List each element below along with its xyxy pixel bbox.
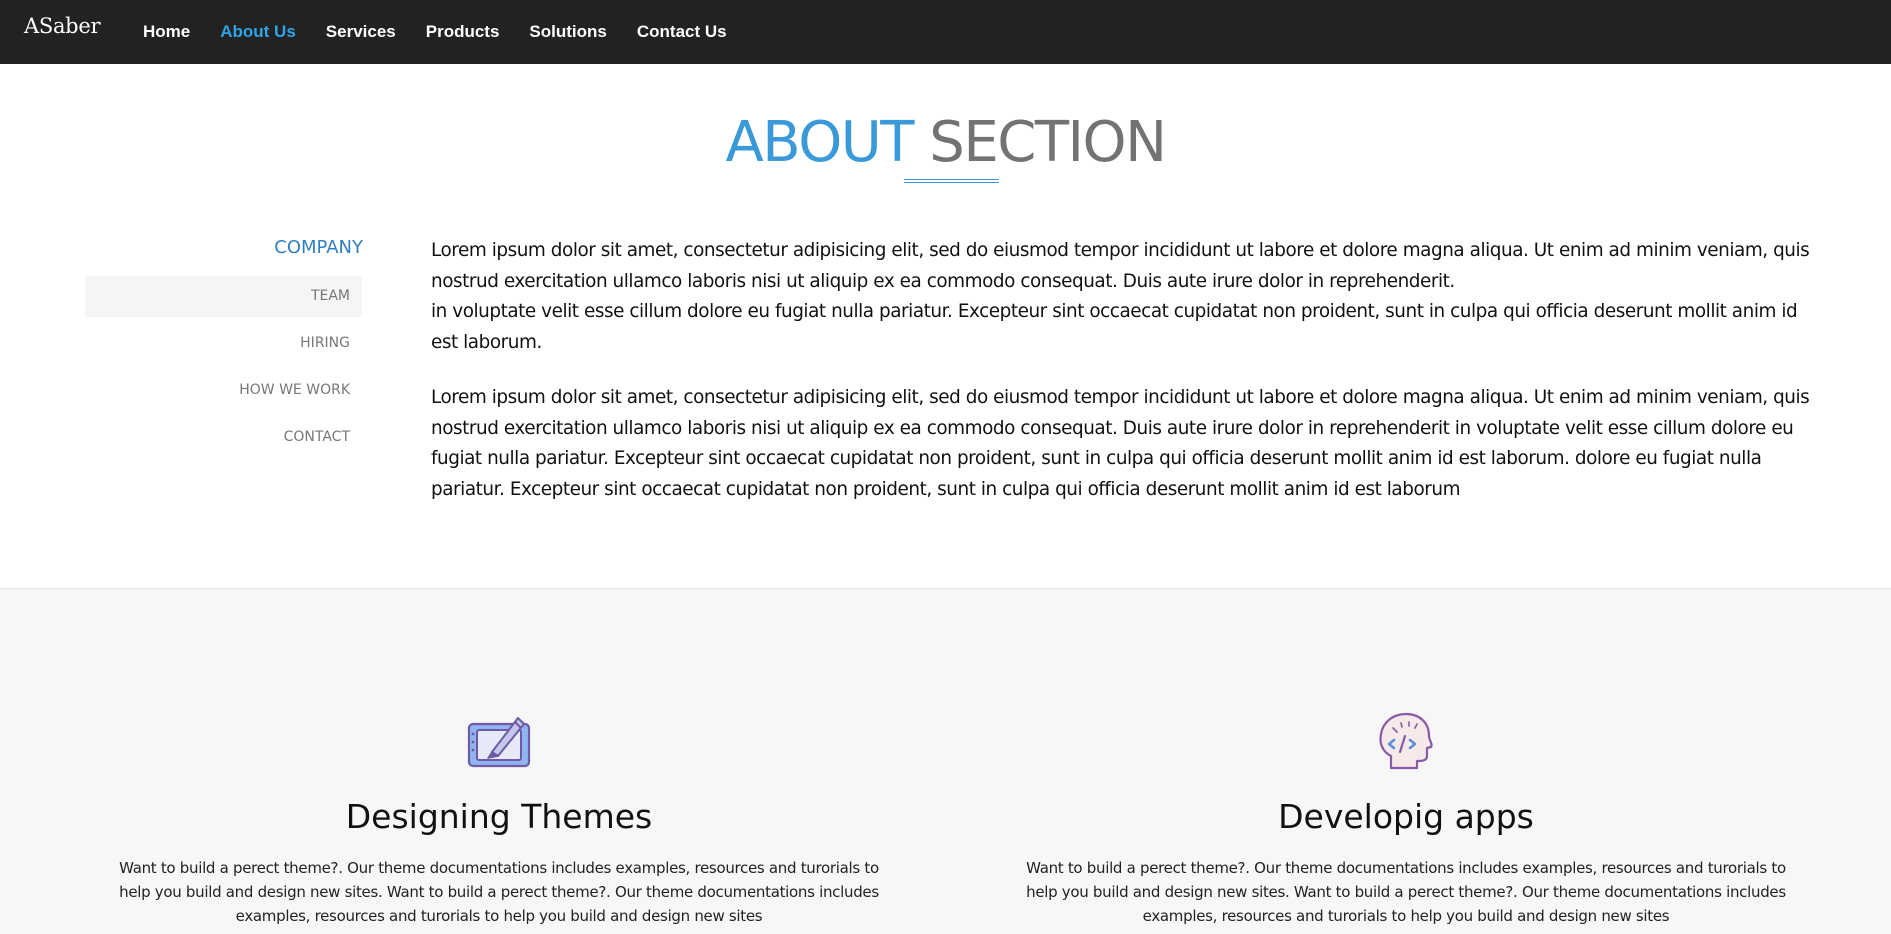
about-paragraph-2: Lorem ipsum dolor sit amet, consectetur … [431,387,1810,500]
feature-title: Developig apps [1278,797,1534,836]
about-paragraph-1-line-2: in voluptate velit esse cillum dolore eu… [431,301,1798,353]
nav-link-solutions[interactable]: Solutions [529,22,606,42]
sidebar-title: COMPANY [274,237,363,258]
heading-accent-word: ABOUT [725,110,914,175]
nav-link-home[interactable]: Home [143,22,190,42]
feature-title: Designing Themes [345,797,653,836]
nav-link-services[interactable]: Services [326,22,396,42]
code-head-icon [1379,712,1433,770]
about-paragraph-1-line-1: Lorem ipsum dolor sit amet, consectetur … [431,240,1810,292]
heading-secondary-word: SECTION [929,110,1167,175]
sidebar-item-contact[interactable]: CONTACT [85,417,362,464]
about-body-text: Lorem ipsum dolor sit amet, consectetur … [431,236,1826,530]
sidebar-item-how-we-work[interactable]: HOW WE WORK [85,370,362,417]
nav-link-about-us[interactable]: About Us [220,22,296,42]
heading-underline-divider [904,179,999,183]
features-section: Designing Themes Want to build a perect … [0,588,1891,934]
design-tablet-icon [467,717,531,768]
nav-link-contact-us[interactable]: Contact Us [637,22,727,42]
brand-logo[interactable]: ASaber [24,14,100,38]
sidebar-item-hiring[interactable]: HIRING [85,323,362,370]
feature-description: Want to build a perect theme?. Our theme… [1026,859,1786,925]
top-navbar: ASaber Home About Us Services Products S… [0,0,1891,64]
sidebar-item-team[interactable]: TEAM [85,276,362,317]
about-section-heading: ABOUT SECTION [0,110,1891,175]
sidebar-menu: TEAM HIRING HOW WE WORK CONTACT [85,276,362,464]
nav-menu: Home About Us Services Products Solution… [143,0,757,64]
feature-description: Want to build a perect theme?. Our theme… [119,859,879,925]
about-paragraph-1: Lorem ipsum dolor sit amet, consectetur … [431,236,1826,358]
nav-link-products[interactable]: Products [426,22,500,42]
